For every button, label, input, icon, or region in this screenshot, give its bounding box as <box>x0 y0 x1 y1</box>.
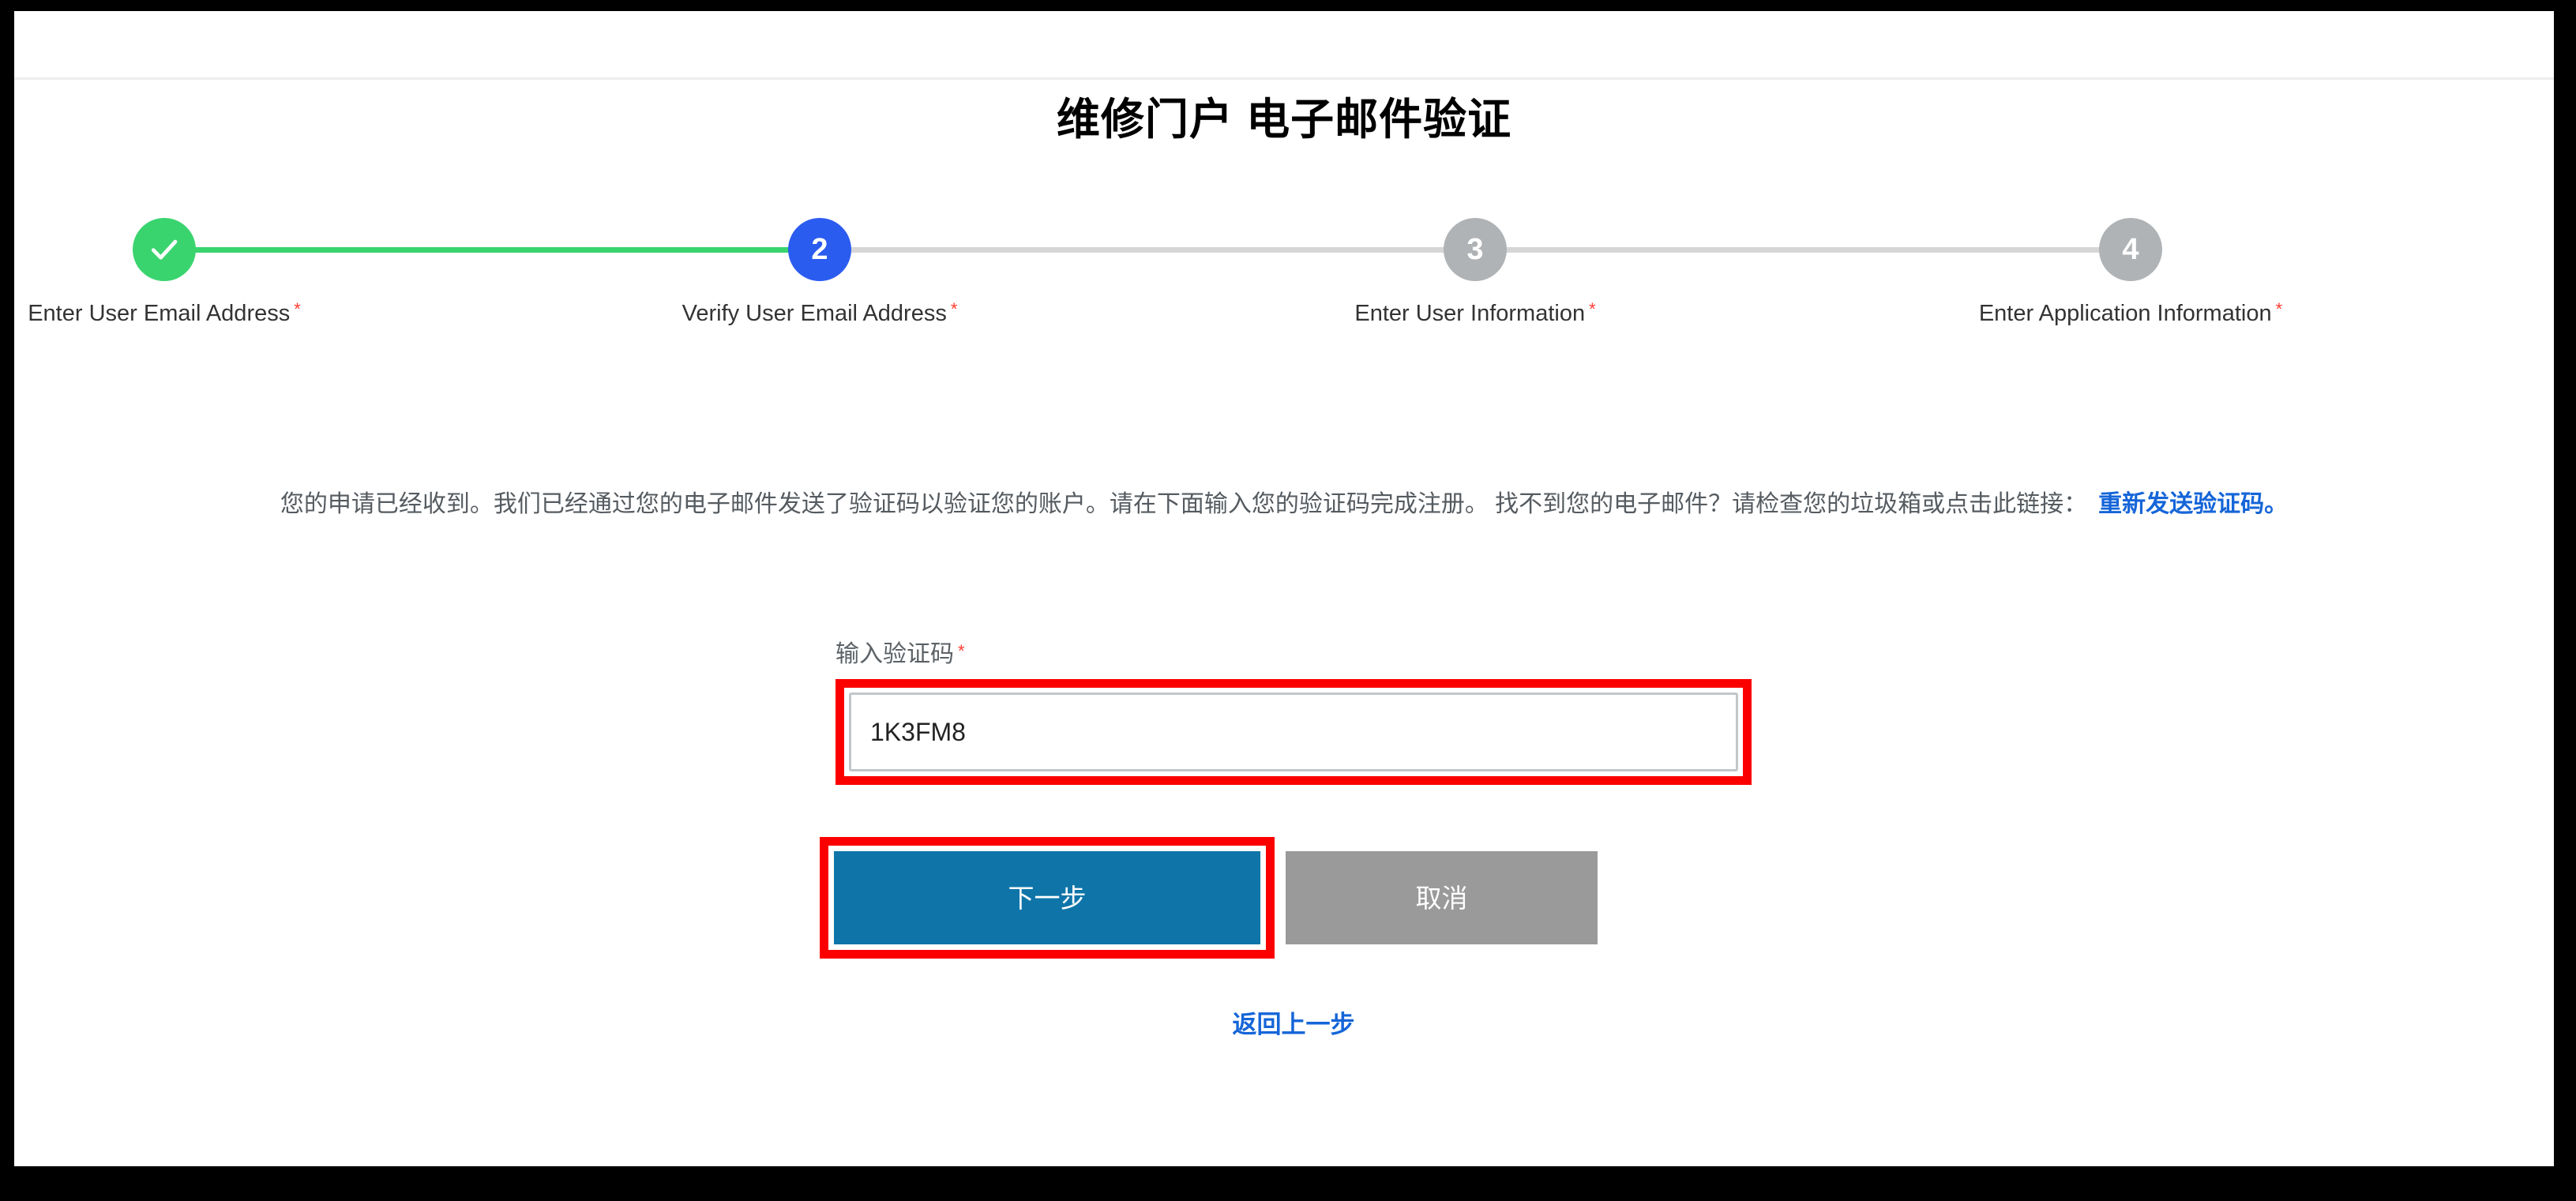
required-asterisk: * <box>958 641 965 661</box>
code-field-label: 输入验证码 * <box>836 643 1736 666</box>
stepper-node-4-number: 4 <box>2122 232 2139 266</box>
back-to-previous-step-link[interactable]: 返回上一步 <box>836 1004 1752 1040</box>
stepper-node-3[interactable]: 3 <box>1444 218 1507 281</box>
stepper-connector-2-3 <box>820 247 1475 253</box>
verification-code-input[interactable] <box>849 692 1738 771</box>
stepper-node-2[interactable]: 2 <box>788 218 851 281</box>
verification-form: 输入验证码 * <box>836 643 1752 785</box>
browser-frame: 维修门户 电子邮件验证 2 3 4 Enter User Email Addre… <box>14 11 2576 1201</box>
stepper-label-1: Enter User Email Address * <box>28 301 301 327</box>
stepper-label-1-text: Enter User Email Address <box>28 301 291 326</box>
instruction-text: 您的申请已经收到。我们已经通过您的电子邮件发送了验证码以验证您的账户。请在下面输… <box>89 486 2479 524</box>
stepper-label-4-text: Enter Application Information <box>1978 301 2272 326</box>
stepper-node-3-number: 3 <box>1466 232 1484 266</box>
check-icon <box>147 232 182 267</box>
header-divider <box>14 77 2554 80</box>
next-button[interactable]: 下一步 <box>834 851 1260 944</box>
cancel-button[interactable]: 取消 <box>1286 851 1598 944</box>
page-title: 维修门户 电子邮件验证 <box>1056 95 1512 144</box>
stepper-connector-3-4 <box>1475 247 2131 253</box>
stepper-label-3-text: Enter User Information <box>1354 301 1586 326</box>
stepper-node-4[interactable]: 4 <box>2099 218 2162 281</box>
form-actions: 下一步 取消 <box>820 837 1598 959</box>
instruction-body: 您的申请已经收到。我们已经通过您的电子邮件发送了验证码以验证您的账户。请在下面输… <box>280 491 2088 517</box>
stepper-node-1[interactable] <box>133 218 196 281</box>
stepper-connector-1-2 <box>164 247 820 253</box>
stepper-label-3: Enter User Information * <box>1354 301 1595 327</box>
page-content: 维修门户 电子邮件验证 2 3 4 Enter User Email Addre… <box>14 11 2554 1166</box>
required-asterisk: * <box>950 299 958 319</box>
resend-code-link[interactable]: 重新发送验证码。 <box>2098 491 2288 517</box>
stepper-label-2-text: Verify User Email Address <box>682 301 947 326</box>
stepper-label-2: Verify User Email Address * <box>682 301 958 327</box>
code-input-highlight <box>836 679 1752 785</box>
next-button-highlight: 下一步 <box>820 837 1275 959</box>
stepper-node-2-number: 2 <box>811 232 828 266</box>
required-asterisk: * <box>294 299 301 319</box>
required-asterisk: * <box>1589 299 1596 319</box>
stepper-label-4: Enter Application Information * <box>1979 301 2282 327</box>
code-field-label-text: 输入验证码 <box>836 641 954 667</box>
progress-stepper: 2 3 4 Enter User Email Address * Verify U… <box>28 218 2320 376</box>
stepper-track: 2 3 4 <box>133 218 2320 281</box>
required-asterisk: * <box>2275 299 2283 319</box>
